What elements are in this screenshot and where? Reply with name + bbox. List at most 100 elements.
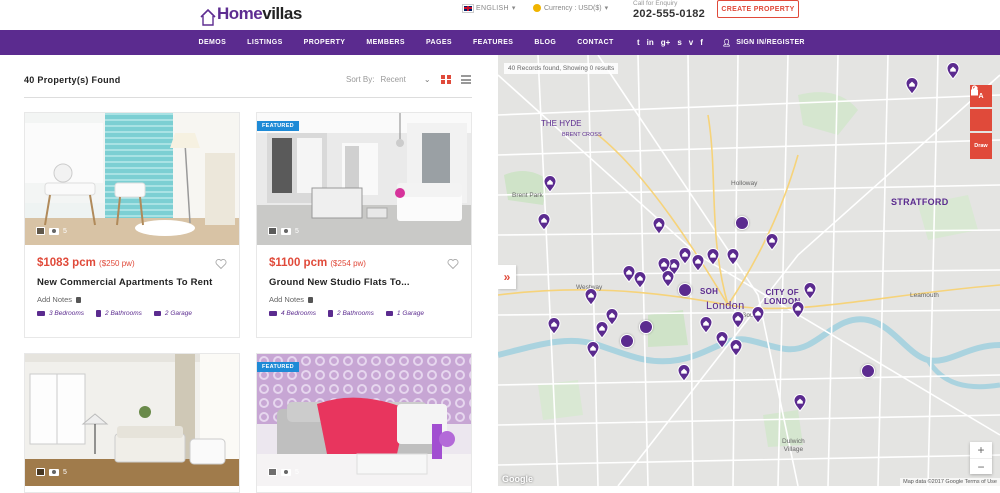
- place-label: Leamouth: [910, 292, 939, 299]
- image-icon: [268, 468, 277, 476]
- price-pw: ($250 pw): [99, 259, 135, 268]
- map-attribution[interactable]: Map data ©2017 Google Terms of Use: [900, 478, 1000, 486]
- grid-view-icon[interactable]: [441, 75, 451, 84]
- map-pin-icon[interactable]: [633, 271, 647, 289]
- map-pin-icon[interactable]: [543, 175, 557, 193]
- language-selector[interactable]: ENGLISH ▾: [462, 3, 516, 13]
- property-title[interactable]: New Commercial Apartments To Rent: [37, 277, 227, 288]
- nav-demos[interactable]: DEMOS: [188, 39, 237, 46]
- property-card[interactable]: FEATURED 5: [256, 353, 472, 493]
- map[interactable]: THE HYDE BRENT CROSS Brent Park Holloway…: [498, 55, 1000, 486]
- map-pin-icon[interactable]: [586, 341, 600, 359]
- property-photo[interactable]: 5: [25, 354, 239, 486]
- map-pin-icon[interactable]: [765, 233, 779, 251]
- map-pin-icon[interactable]: [905, 77, 919, 95]
- add-notes[interactable]: Add Notes: [37, 295, 227, 304]
- nav-property[interactable]: PROPERTY: [293, 39, 356, 46]
- bath-icon: [96, 310, 102, 317]
- property-photo[interactable]: FEATURED 5: [257, 354, 471, 486]
- map-cluster-marker[interactable]: [735, 216, 749, 230]
- zoom-in-button[interactable]: +: [970, 442, 992, 458]
- map-cluster-marker[interactable]: [639, 320, 653, 334]
- map-pin-icon[interactable]: [793, 394, 807, 412]
- featured-badge: FEATURED: [257, 121, 299, 131]
- signin-label: SIGN IN/REGISTER: [736, 39, 805, 46]
- bed-icon: [269, 311, 277, 316]
- property-card[interactable]: 5 $1083 pcm ($250 pw) New Commercial Apa…: [24, 112, 240, 338]
- note-icon: [308, 296, 314, 303]
- map-pin-icon[interactable]: [706, 248, 720, 266]
- map-pin-icon[interactable]: [803, 282, 817, 300]
- map-pin-icon[interactable]: [715, 331, 729, 349]
- map-pin-icon[interactable]: [751, 306, 765, 324]
- nav-members[interactable]: MEMBERS: [356, 39, 416, 46]
- map-cluster-marker[interactable]: [678, 283, 692, 297]
- map-pin-icon[interactable]: [661, 270, 675, 288]
- map-cluster-marker[interactable]: [620, 334, 634, 348]
- place-label: Brent Park: [512, 192, 543, 199]
- currency-selector[interactable]: Currency : USD($) ▾: [533, 4, 608, 12]
- chevron-down-icon: ⌄: [423, 75, 431, 84]
- nav-listings[interactable]: LISTINGS: [237, 39, 293, 46]
- skype-icon[interactable]: s: [677, 38, 681, 47]
- signin-link[interactable]: 👤︎ SIGN IN/REGISTER: [722, 30, 805, 55]
- enquiry-label: Call for Enquiry: [633, 0, 678, 7]
- logo[interactable]: Homevillas: [200, 0, 302, 26]
- camera-icon: [281, 468, 291, 476]
- property-card[interactable]: FEATURED 5 $1100 pcm ($254 pw) Ground Ne…: [256, 112, 472, 338]
- featured-badge: FEATURED: [257, 362, 299, 372]
- map-pin-icon[interactable]: [547, 317, 561, 335]
- zoom-out-button[interactable]: −: [970, 458, 992, 474]
- nav-blog[interactable]: BLOG: [524, 39, 567, 46]
- lock-icon[interactable]: [970, 85, 992, 131]
- map-pin-icon[interactable]: [677, 364, 691, 382]
- property-card[interactable]: 5: [24, 353, 240, 493]
- price-pw: ($254 pw): [330, 259, 366, 268]
- heart-icon[interactable]: [447, 258, 459, 270]
- linkedin-icon[interactable]: in: [647, 38, 654, 47]
- car-icon: [153, 311, 161, 316]
- property-title[interactable]: Ground New Studio Flats To...: [269, 277, 459, 288]
- photo-badges: 5: [36, 468, 67, 476]
- vimeo-icon[interactable]: v: [689, 38, 693, 47]
- nav-contact[interactable]: CONTACT: [567, 39, 625, 46]
- add-notes[interactable]: Add Notes: [269, 295, 459, 304]
- list-view-icon[interactable]: [461, 75, 471, 84]
- sort-selector[interactable]: Sort By: Recent ⌄: [346, 75, 431, 84]
- nav-pages[interactable]: PAGES: [415, 39, 462, 46]
- results-header: 40 Property(s) Found Sort By: Recent ⌄: [24, 70, 472, 98]
- logo-text: Homevillas: [217, 4, 302, 24]
- map-pin-icon[interactable]: [726, 248, 740, 266]
- property-photo[interactable]: FEATURED 5: [257, 113, 471, 245]
- map-pin-icon[interactable]: [584, 288, 598, 306]
- facebook-icon[interactable]: f: [700, 38, 703, 47]
- google-plus-icon[interactable]: g+: [661, 38, 671, 47]
- collapse-map-arrow-icon[interactable]: »: [498, 265, 516, 289]
- place-label: STRATFORD: [891, 197, 949, 207]
- image-icon: [36, 468, 45, 476]
- map-pin-icon[interactable]: [652, 217, 666, 235]
- twitter-icon[interactable]: t: [637, 38, 640, 47]
- map-pin-icon[interactable]: [731, 311, 745, 329]
- price: $1083 pcm ($250 pw): [37, 257, 227, 269]
- photo-count: 5: [63, 227, 67, 235]
- map-pin-icon[interactable]: [537, 213, 551, 231]
- map-pin-icon[interactable]: [699, 316, 713, 334]
- draw-tool[interactable]: Draw: [970, 86, 992, 159]
- property-photo[interactable]: 5: [25, 113, 239, 245]
- create-property-button[interactable]: CREATE PROPERTY: [717, 0, 799, 18]
- photo-badges: 5: [268, 227, 299, 235]
- map-pin-icon[interactable]: [691, 254, 705, 272]
- map-pin-icon[interactable]: [605, 308, 619, 326]
- map-pin-icon[interactable]: [791, 301, 805, 319]
- bed-icon: [37, 311, 45, 316]
- heart-icon[interactable]: [215, 258, 227, 270]
- map-pin-icon[interactable]: [946, 62, 960, 80]
- coin-icon: [533, 4, 541, 12]
- nav-features[interactable]: FEATURES: [462, 39, 523, 46]
- bedrooms: 3 Bedrooms: [49, 310, 85, 317]
- enquiry-phone[interactable]: 202-555-0182: [633, 8, 705, 21]
- map-pin-icon[interactable]: [729, 339, 743, 357]
- photo-badges: 5: [268, 468, 299, 476]
- map-cluster-marker[interactable]: [861, 364, 875, 378]
